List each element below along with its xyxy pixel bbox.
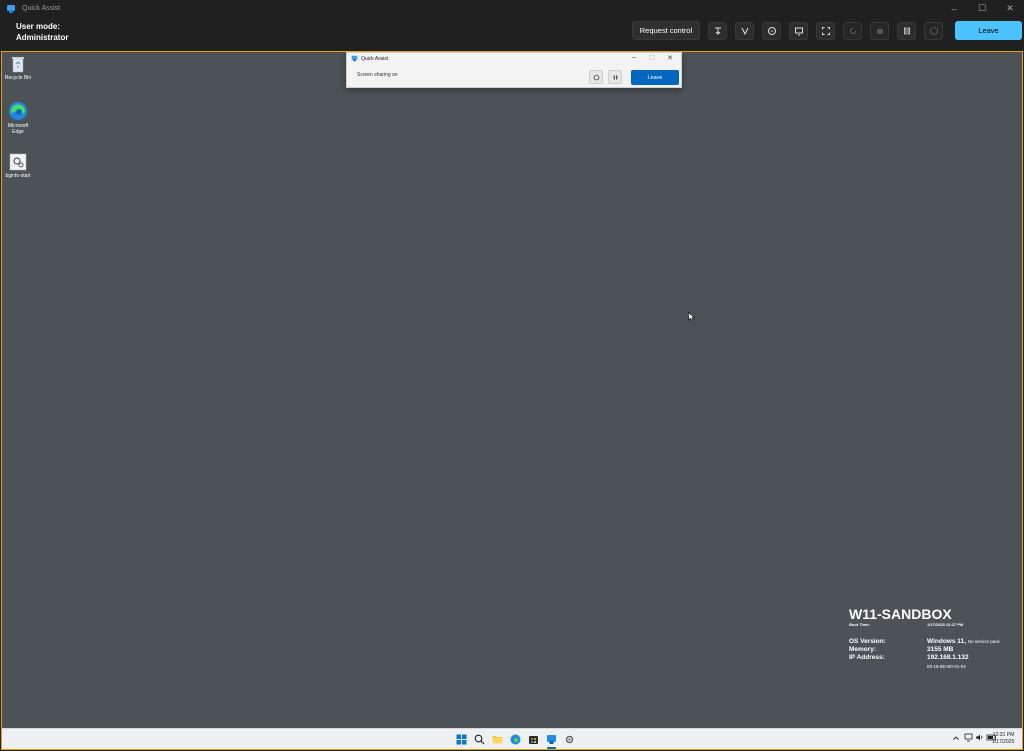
desktop-icon-bginfo-start[interactable]: bginfo-start [2,153,34,179]
select-monitor-button[interactable] [789,22,808,40]
mac-address-value: 00-15-5D-B0-01-04 [927,664,966,669]
boot-time-row: Boot Time: 1/17/2025 12:27 PM [849,622,963,632]
close-button[interactable]: ✕ [996,0,1024,17]
leave-button[interactable]: Leave [955,21,1022,40]
bginfo-icon [9,153,27,171]
pen-icon [714,27,721,35]
annotate-button[interactable] [708,22,727,40]
os-version-row: OS Version: Windows 11, No service pack [849,638,1000,646]
ip-address-value: 192.168.1.132 [927,654,969,661]
chat-icon [767,27,776,35]
fit-screen-button[interactable] [816,22,835,40]
edge-icon [9,102,27,120]
volume-icon[interactable] [975,733,984,742]
edge-icon[interactable] [510,734,521,745]
user-mode: User mode: Administrator [16,21,68,43]
request-control-button[interactable]: Request control [632,21,700,40]
mini-maximize-button[interactable]: ☐ [643,54,661,62]
mini-window-controls: – ☐ ✕ [625,54,679,62]
stop-button[interactable] [924,22,943,40]
desktop-icon-microsoft-edge[interactable]: Microsoft Edge [2,101,34,135]
store-icon[interactable] [528,734,539,745]
monitor-icon [794,27,803,36]
search-icon[interactable] [474,734,485,745]
os-version-label: OS Version: [849,638,886,645]
pause-icon [613,74,617,80]
mini-chat-button[interactable] [589,70,603,84]
mini-window-title: Quick Assist [361,55,389,62]
boot-time-value: 1/17/2025 12:27 PM [927,622,964,627]
restart-icon [849,28,856,34]
network-icon[interactable] [964,733,973,742]
quick-assist-icon [7,4,15,13]
memory-label: Memory: [849,646,877,653]
bginfo-overlay: W11-SANDBOX Boot Time: 1/17/2025 12:27 P… [849,606,1000,672]
mini-pause-button[interactable] [608,70,622,84]
laser-pointer-button[interactable] [735,22,754,40]
remote-quick-assist-window: Quick Assist – ☐ ✕ Screen sharing on Lea… [346,52,682,88]
os-version-value: Windows 11, No service pack [927,638,1000,645]
desktop-icon-label: Microsoft Edge [7,123,29,135]
boot-time-label: Boot Time: [849,622,870,627]
system-tray [952,733,997,742]
user-mode-label: User mode: [16,22,61,31]
quick-assist-icon [351,55,358,62]
stop-icon [929,27,938,35]
session-toolbar: User mode: Administrator Request control [0,17,1024,51]
window-controls: – ☐ ✕ [940,0,1024,17]
mouse-cursor-icon [688,312,695,322]
fullscreen-icon [821,27,830,35]
os-version-extra: No service pack [967,639,1000,644]
maximize-button[interactable]: ☐ [968,0,996,17]
title-bar: Quick Assist – ☐ ✕ [0,0,1024,17]
mini-leave-button[interactable]: Leave [631,70,679,85]
desktop-icon-label: bginfo-start [5,173,31,179]
file-explorer-icon[interactable] [492,734,503,745]
minimize-button[interactable]: – [940,0,968,17]
mini-minimize-button[interactable]: – [625,54,643,62]
recycle-bin-icon [12,57,24,73]
clock-time: 12:31 PM [992,732,1015,738]
settings-icon[interactable] [564,734,575,745]
clock-date: 1/17/2025 [992,739,1015,745]
user-mode-value: Administrator [16,33,69,42]
chat-icon [593,74,599,80]
task-manager-icon [876,29,883,34]
desktop-icon-recycle-bin[interactable]: Recycle Bin [2,55,34,81]
ip-address-row: IP Address: 192.168.1.132 [849,654,969,664]
task-manager-button[interactable] [870,22,889,40]
sharing-status: Screen sharing on [357,72,398,78]
hostname: W11-SANDBOX [849,606,952,622]
chevron-up-icon[interactable] [952,734,960,742]
pause-button[interactable] [897,22,916,40]
chat-button[interactable] [762,22,781,40]
system-clock[interactable]: 12:31 PM 1/17/2025 [992,732,1014,746]
ip-address-label: IP Address: [849,654,885,661]
desktop-icon-label: Recycle Bin [4,75,32,81]
quick-assist-taskbar-icon[interactable] [546,734,557,745]
memory-row: Memory: 3155 MB [849,646,954,654]
quick-assist-app: Quick Assist – ☐ ✕ User mode: Administra… [0,0,1024,751]
mini-title: Quick Assist [351,55,388,62]
restart-button[interactable] [843,22,862,40]
os-version-main: Windows 11, [927,638,966,645]
memory-value: 3155 MB [927,646,954,653]
mini-close-button[interactable]: ✕ [661,54,679,62]
mac-address-row: 00-15-5D-B0-01-04 [849,664,966,672]
laser-pointer-icon [741,27,748,36]
active-app-indicator [547,747,556,749]
pause-icon [903,27,910,35]
remote-taskbar: 12:31 PM 1/17/2025 [2,728,1022,749]
window-title: Quick Assist [22,5,61,12]
remote-screen[interactable]: Recycle Bin Microsoft Edge bginfo-start [1,51,1023,750]
start-icon[interactable] [456,734,467,745]
